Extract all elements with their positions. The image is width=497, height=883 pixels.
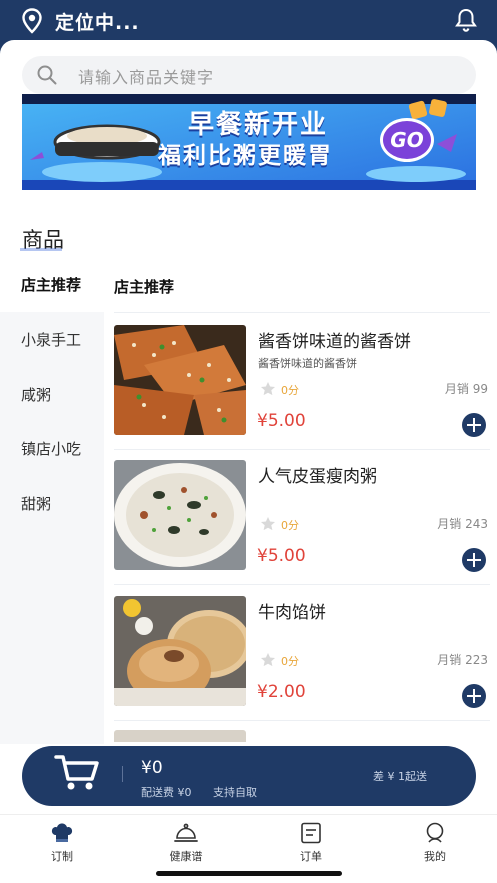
product-sales: 月销 243 [437,517,488,531]
location-pin-icon[interactable] [20,8,44,34]
tab-health[interactable]: 健康谱 [146,818,226,866]
home-indicator [156,871,342,876]
product-desc: 酱香饼味道的酱香饼 [258,357,357,370]
product-score: 0分 [281,384,299,397]
product-card[interactable]: 牛肉馅饼 0分 月销 223 ¥2.00 [114,596,490,732]
chef-hat-icon [51,823,73,842]
product-name[interactable]: 人气皮蛋瘦肉粥 [258,462,377,487]
divider [114,312,490,313]
sidebar-item-sweet-congee[interactable]: 甜粥 [0,477,104,531]
sidebar-item-snacks[interactable]: 镇店小吃 [0,422,104,476]
user-icon [426,822,444,843]
tab-label: 订单 [300,850,322,863]
min-order-note: 差 ¥ 1起送 [373,770,427,783]
product-price: ¥5.00 [257,546,306,566]
product-image[interactable] [114,325,246,435]
tab-label: 订制 [51,850,73,863]
search-icon [37,65,57,85]
tab-profile[interactable]: 我的 [395,818,475,866]
sidebar-item-savory-congee[interactable]: 咸粥 [0,368,104,422]
cart-separator [122,766,123,782]
location-text[interactable]: 定位中... [55,8,140,35]
product-card[interactable]: 酱香饼味道的酱香饼 酱香饼味道的酱香饼 0分 月销 99 ¥5.00 [114,325,490,461]
add-to-cart-button[interactable] [462,548,486,572]
order-list-icon [301,822,321,844]
product-price: ¥5.00 [257,411,306,431]
sidebar-item-recommend[interactable]: 店主推荐 [0,258,104,312]
banner-title-line2: 福利比粥更暖胃 [158,143,333,169]
section-underline [20,248,62,251]
tab-label: 健康谱 [169,850,203,863]
divider [114,449,490,450]
tab-orders[interactable]: 订单 [271,818,351,866]
divider [114,584,490,585]
product-score: 0分 [281,519,299,532]
cart-total: ¥0 [141,758,163,778]
product-score: 0分 [281,655,299,668]
star-icon [261,382,275,396]
banner-go-badge[interactable]: GO [380,118,434,162]
cart-icon[interactable] [54,752,102,792]
category-sidebar: 店主推荐 小泉手工 咸粥 镇店小吃 甜粥 [0,258,104,744]
search-placeholder: 请输入商品关键字 [78,68,215,87]
product-image [114,730,246,742]
add-to-cart-button[interactable] [462,684,486,708]
product-image[interactable] [114,460,246,570]
product-sales: 月销 99 [444,382,488,396]
dish-cover-icon [174,823,198,842]
category-heading: 店主推荐 [114,278,175,296]
bell-icon[interactable] [454,7,478,33]
sidebar-item-handmade[interactable]: 小泉手工 [0,313,104,367]
product-name[interactable]: 牛肉馅饼 [258,598,326,623]
product-name[interactable]: 酱香饼味道的酱香饼 [258,327,411,352]
product-price: ¥2.00 [257,682,306,702]
add-to-cart-button[interactable] [462,413,486,437]
product-image[interactable] [114,596,246,706]
pickup-note: 支持自取 [213,786,257,799]
star-icon [261,653,275,667]
star-icon [261,517,275,531]
tab-custom[interactable]: 订制 [22,818,102,866]
divider [114,720,490,721]
tab-label: 我的 [424,850,446,863]
delivery-fee: 配送费 ¥0 [141,786,192,799]
product-card[interactable]: 人气皮蛋瘦肉粥 0分 月销 243 ¥5.00 [114,460,490,596]
product-sales: 月销 223 [437,653,488,667]
